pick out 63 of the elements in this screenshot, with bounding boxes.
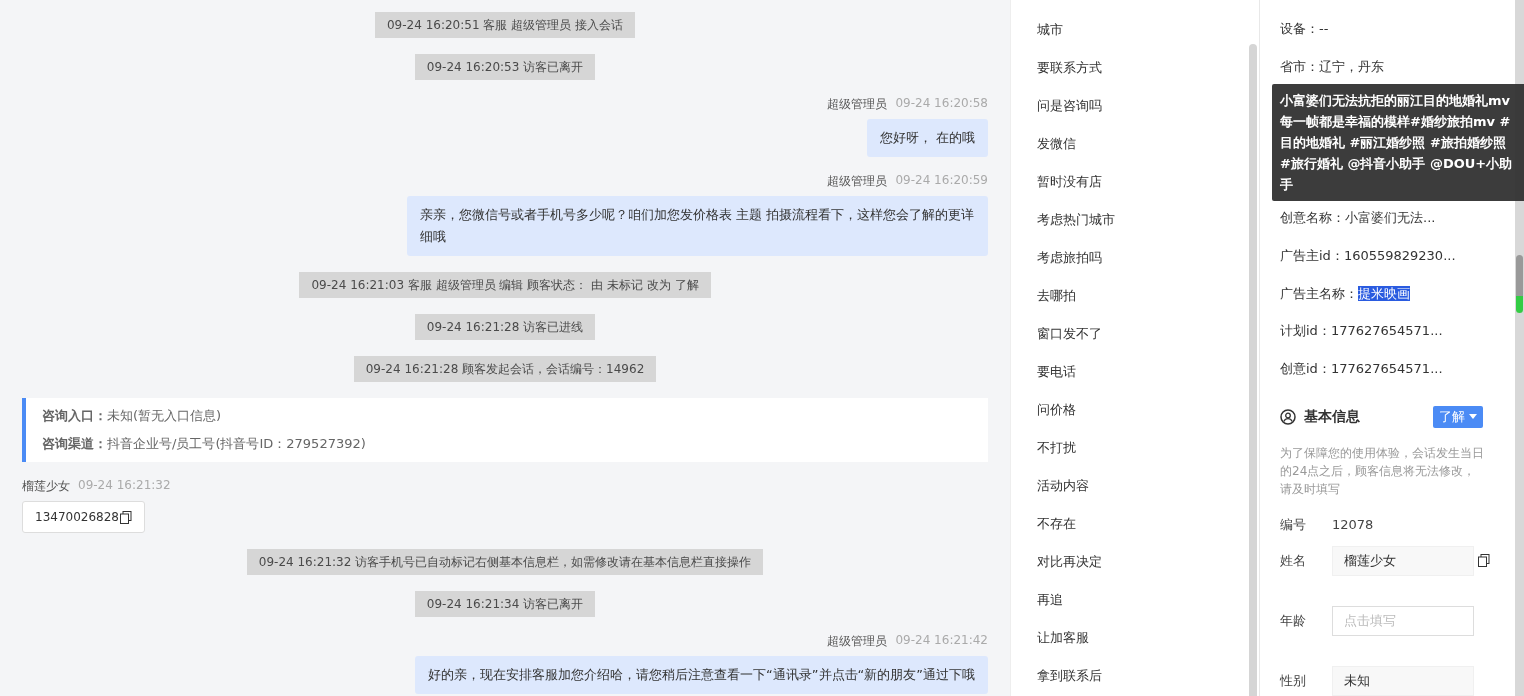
message-time: 09-24 16:21:42: [895, 633, 988, 649]
message-bubble: 好的亲，现在安排客服加您介绍哈，请您稍后注意查看一下“通讯录”并点击“新的朋友”通过下哦: [415, 656, 988, 694]
scrollbar[interactable]: [1516, 255, 1523, 313]
sender-name: 超级管理员: [827, 633, 888, 650]
info-row-text: 创意id：177627654571...: [1280, 360, 1444, 379]
quick-reply-item[interactable]: 要联系方式: [1037, 49, 1249, 87]
field-label: 姓名: [1280, 552, 1307, 570]
phone-number: 13470026828: [35, 510, 119, 524]
quick-reply-item[interactable]: 再追: [1037, 581, 1249, 619]
quick-reply-item[interactable]: 考虑旅拍吗: [1037, 239, 1249, 277]
info-row-text: 广告主名称：提米映画: [1280, 284, 1411, 303]
message-bubble: 亲亲，您微信号或者手机号多少呢？咱们加您发价格表 主题 拍摄流程看下，这样您会了解的更详细哦: [407, 196, 988, 256]
system-message: 09-24 16:20:53 访客已离开: [414, 54, 596, 80]
info-row-text: 省市：辽宁，丹东: [1280, 57, 1385, 76]
quick-reply-item[interactable]: 拿到联系后: [1037, 657, 1249, 695]
system-message: 09-24 16:21:28 访客已进线: [414, 314, 596, 340]
caret-icon: [1469, 414, 1477, 420]
quick-reply-item[interactable]: 发微信: [1037, 125, 1249, 163]
quick-reply-item[interactable]: 不存在: [1037, 505, 1249, 543]
section-title: 基本信息: [1304, 408, 1361, 426]
message-bubble: 您好呀， 在的哦: [866, 119, 988, 157]
message-time: 09-24 16:20:59: [895, 173, 988, 189]
info-row-text: 设备：--: [1280, 20, 1330, 38]
quick-reply-item[interactable]: 对比再决定: [1037, 543, 1249, 581]
quick-reply-item[interactable]: 要电话: [1037, 353, 1249, 391]
info-row-text: 计划id：177627654571...: [1280, 322, 1444, 341]
system-message: 09-24 16:21:32 访客手机号已自动标记右侧基本信息栏，如需修改请在基本信息栏直接操作: [246, 549, 764, 575]
field-label: 性别: [1280, 672, 1307, 690]
copy-icon[interactable]: [1478, 554, 1490, 568]
field-label: 年龄: [1280, 612, 1307, 630]
quick-reply-item[interactable]: 问价格: [1037, 391, 1249, 429]
field-value: 12078: [1332, 517, 1374, 533]
input-field[interactable]: 榴莲少女: [1332, 546, 1474, 576]
quick-reply-item[interactable]: 问是咨询吗: [1037, 87, 1249, 125]
quick-reply-item[interactable]: 考虑热门城市: [1037, 201, 1249, 239]
message-time: 09-24 16:20:58: [895, 96, 988, 112]
quick-reply-item[interactable]: 窗口发不了: [1037, 315, 1249, 353]
tooltip: 小富婆们无法抗拒的丽江目的地婚礼mv 每一帧都是幸福的模样#婚纱旅拍mv #目的地婚礼 #丽江婚纱照 #旅拍婚纱照 #旅行婚礼 @抖音小助手 @DOU+小助手: [1272, 83, 1524, 201]
user-icon: [1280, 409, 1296, 425]
input-field[interactable]: 点击填写: [1332, 606, 1474, 636]
system-message: 09-24 16:20:51 客服 超级管理员 接入会话: [375, 12, 635, 38]
quick-reply-item[interactable]: 不打扰: [1037, 429, 1249, 467]
quick-reply-item[interactable]: 活动内容: [1037, 467, 1249, 505]
system-message: 09-24 16:21:28 顾客发起会话，会话编号：14962: [353, 356, 657, 382]
input-field[interactable]: 未知: [1332, 666, 1474, 696]
info-row-text: 创意名称：小富婆们无法...: [1280, 209, 1437, 227]
info-row-text: 广告主id：160559829230...: [1280, 246, 1457, 265]
sender-name: 榴莲少女: [22, 478, 70, 495]
source-line: 咨询渠道：抖音企业号/员工号(抖音号ID：279527392): [42, 435, 367, 453]
quick-reply-item[interactable]: 让加客服: [1037, 619, 1249, 657]
sender-name: 超级管理员: [827, 173, 888, 190]
scrollbar[interactable]: [1249, 44, 1257, 696]
quick-reply-item[interactable]: 去哪拍: [1037, 277, 1249, 315]
system-message: 09-24 16:21:34 访客已离开: [414, 591, 596, 617]
quick-reply-item[interactable]: 城市: [1037, 11, 1249, 49]
sender-name: 超级管理员: [827, 96, 888, 113]
notice-text: 为了保障您的使用体验，会话发生当日的24点之后，顾客信息将无法修改，请及时填写: [1280, 445, 1485, 498]
quick-reply-item[interactable]: 暂时没有店: [1037, 163, 1249, 201]
copy-icon[interactable]: [120, 510, 132, 524]
field-label: 编号: [1280, 516, 1307, 534]
source-line: 咨询入口：未知(暂无入口信息): [42, 407, 223, 425]
message-time: 09-24 16:21:32: [78, 478, 171, 494]
system-message: 09-24 16:21:03 客服 超级管理员 编辑 顾客状态： 由 未标记 改为 了解: [299, 272, 711, 298]
